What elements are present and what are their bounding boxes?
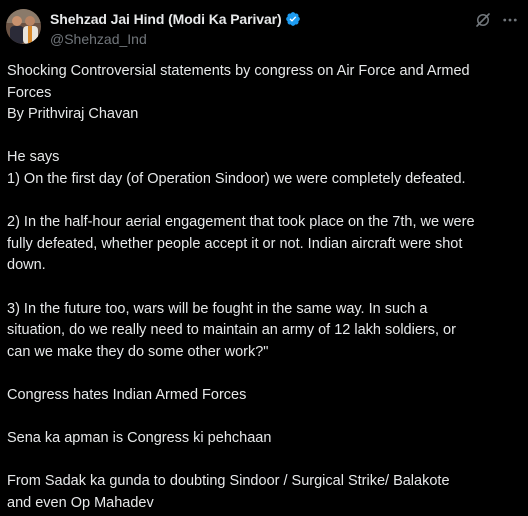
avatar[interactable]	[6, 9, 41, 44]
post-text-line: 1) On the first day (of Operation Sindoo…	[7, 170, 466, 187]
grok-icon[interactable]	[474, 11, 492, 29]
post-text-line: By Prithviraj Chavan	[7, 106, 139, 123]
post-text-line: Shocking Controversial statements by con…	[7, 63, 470, 79]
post-text-line: and even Op Mahadev	[7, 494, 154, 511]
post-text-line: 3) In the future too, wars will be fough…	[7, 300, 428, 317]
author-display-name-text[interactable]: Shehzad Jai Hind (Modi Ka Parivar)	[50, 11, 282, 27]
post-text-line: Congress hates Indian Armed Forces	[7, 386, 247, 403]
post-text-line: From Sadak ka gunda to doubting Sindoor …	[7, 473, 450, 490]
post-text-line: He says	[7, 149, 60, 166]
post-text-gap	[7, 126, 521, 148]
post-text-gap	[7, 191, 521, 213]
post-text-gap	[7, 277, 521, 299]
post-text-line: can we make they do some other work?"	[7, 343, 269, 360]
post-text-line: 2) In the half-hour aerial engagement th…	[7, 214, 475, 231]
post-text-gap	[7, 407, 521, 429]
post-text-line: Sena ka apman is Congress ki pehchaan	[7, 430, 272, 447]
post-text-gap	[7, 450, 521, 472]
more-options-icon[interactable]	[501, 11, 519, 29]
post-text-line: situation, do we really need to maintain…	[7, 322, 456, 339]
verified-badge-icon	[285, 12, 300, 26]
post-text-line: Forces	[7, 84, 52, 101]
post-text: Shocking Controversial statements by con…	[7, 61, 521, 514]
post-text-line: down.	[7, 257, 46, 274]
author-handle[interactable]: @Shehzad_Ind	[50, 31, 147, 47]
author-display-name[interactable]: Shehzad Jai Hind (Modi Ka Parivar)	[50, 11, 301, 27]
post-card: Shehzad Jai Hind (Modi Ka Parivar) @Sheh…	[0, 0, 528, 516]
post-text-gap	[7, 363, 521, 385]
post-text-line: fully defeated, whether people accept it…	[7, 235, 463, 252]
